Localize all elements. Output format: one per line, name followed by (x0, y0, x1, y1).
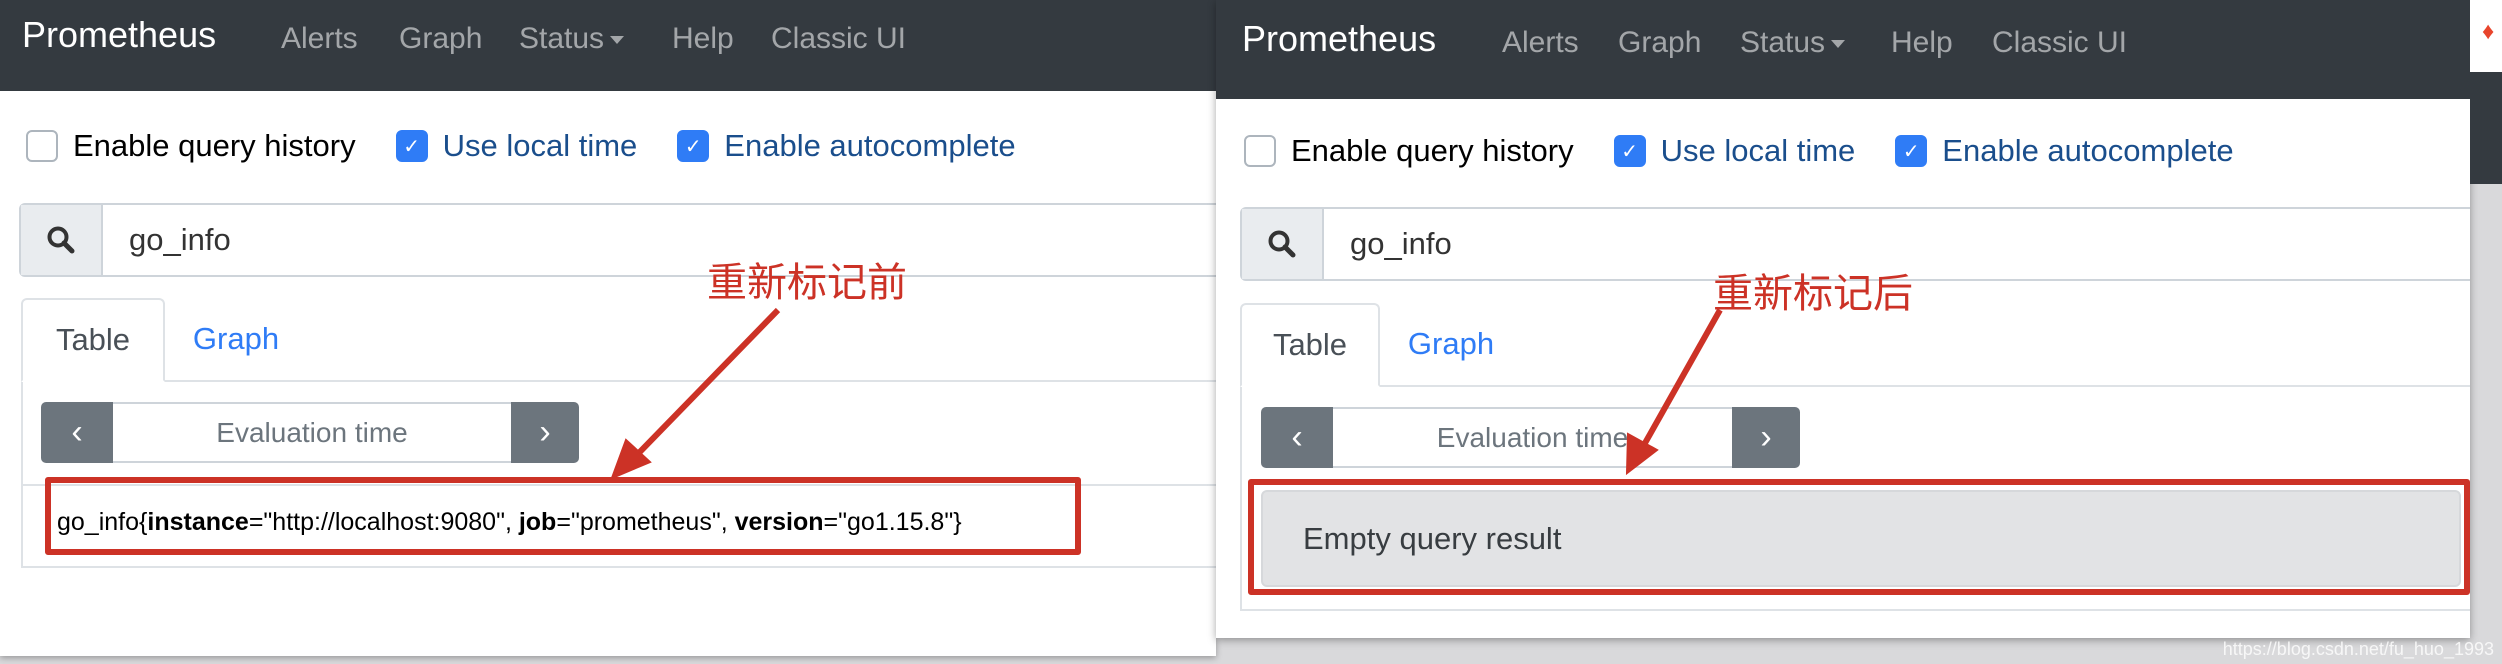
eval-next-button[interactable]: › (511, 402, 579, 463)
flame-icon: ♦ (2482, 18, 2495, 45)
nav-status[interactable]: Status (519, 22, 625, 56)
tabs: Table Graph (21, 298, 1216, 382)
highlight-box-after (1248, 479, 2470, 595)
watermark: https://blog.csdn.net/fu_huo_1993 (2222, 639, 2494, 659)
nav-classic-ui[interactable]: Classic UI (1992, 26, 2127, 60)
tab-graph[interactable]: Graph (171, 298, 301, 380)
background-navbar (2470, 72, 2502, 184)
tab-table[interactable]: Table (21, 298, 165, 382)
query-history-label: Enable query history (73, 128, 356, 163)
query-text[interactable]: go_info (103, 205, 231, 275)
background-window: ♦ (2470, 0, 2502, 72)
prometheus-window-before: Prometheus Alerts Graph Status Help Clas… (0, 0, 1216, 656)
query-history-checkbox[interactable] (26, 130, 58, 162)
query-history-checkbox[interactable] (1244, 135, 1276, 167)
local-time-label: Use local time (442, 128, 638, 163)
nav-status-label: Status (519, 22, 605, 55)
autocomplete-label: Enable autocomplete (1942, 133, 2234, 168)
brand[interactable]: Prometheus (22, 14, 216, 56)
nav-graph[interactable]: Graph (1618, 26, 1701, 60)
caret-down-icon (610, 36, 625, 45)
autocomplete-checkbox[interactable]: ✓ (677, 130, 710, 162)
navbar: Prometheus Alerts Graph Status Help Clas… (0, 0, 1216, 91)
options-row: Enable query history ✓ Use local time ✓ En… (26, 128, 1056, 164)
nav-graph[interactable]: Graph (399, 22, 482, 56)
annotation-before: 重新标记前 (707, 260, 907, 306)
nav-classic-ui[interactable]: Classic UI (771, 22, 906, 56)
local-time-checkbox[interactable]: ✓ (1613, 135, 1646, 167)
options-row: Enable query history ✓ Use local time ✓ En… (1244, 133, 2274, 169)
highlight-box-before (45, 477, 1081, 555)
autocomplete-label: Enable autocomplete (724, 128, 1016, 163)
nav-alerts[interactable]: Alerts (1502, 26, 1579, 60)
nav-help[interactable]: Help (1891, 26, 1953, 60)
brand[interactable]: Prometheus (1242, 18, 1436, 60)
search-icon (1242, 209, 1324, 279)
local-time-checkbox[interactable]: ✓ (395, 130, 428, 162)
nav-status-label: Status (1740, 26, 1826, 59)
evaluation-time-input[interactable]: Evaluation time (113, 402, 511, 463)
evaluation-time-input[interactable]: Evaluation time (1333, 407, 1732, 468)
eval-next-button[interactable]: › (1732, 407, 1800, 468)
local-time-label: Use local time (1660, 133, 1856, 168)
search-icon (21, 205, 103, 275)
autocomplete-checkbox[interactable]: ✓ (1895, 135, 1928, 167)
eval-prev-button[interactable]: ‹ (41, 402, 113, 463)
tab-table[interactable]: Table (1240, 303, 1380, 387)
query-history-label: Enable query history (1291, 133, 1574, 168)
nav-alerts[interactable]: Alerts (281, 22, 358, 56)
nav-status[interactable]: Status (1740, 26, 1846, 60)
query-input[interactable]: go_info (19, 203, 1216, 277)
eval-prev-button[interactable]: ‹ (1261, 407, 1333, 468)
annotation-after: 重新标记后 (1713, 271, 1913, 317)
query-text[interactable]: go_info (1324, 209, 1452, 279)
caret-down-icon (1831, 40, 1846, 49)
nav-help[interactable]: Help (672, 22, 734, 56)
tab-graph[interactable]: Graph (1386, 303, 1516, 385)
navbar: Prometheus Alerts Graph Status Help Clas… (1216, 0, 2470, 99)
